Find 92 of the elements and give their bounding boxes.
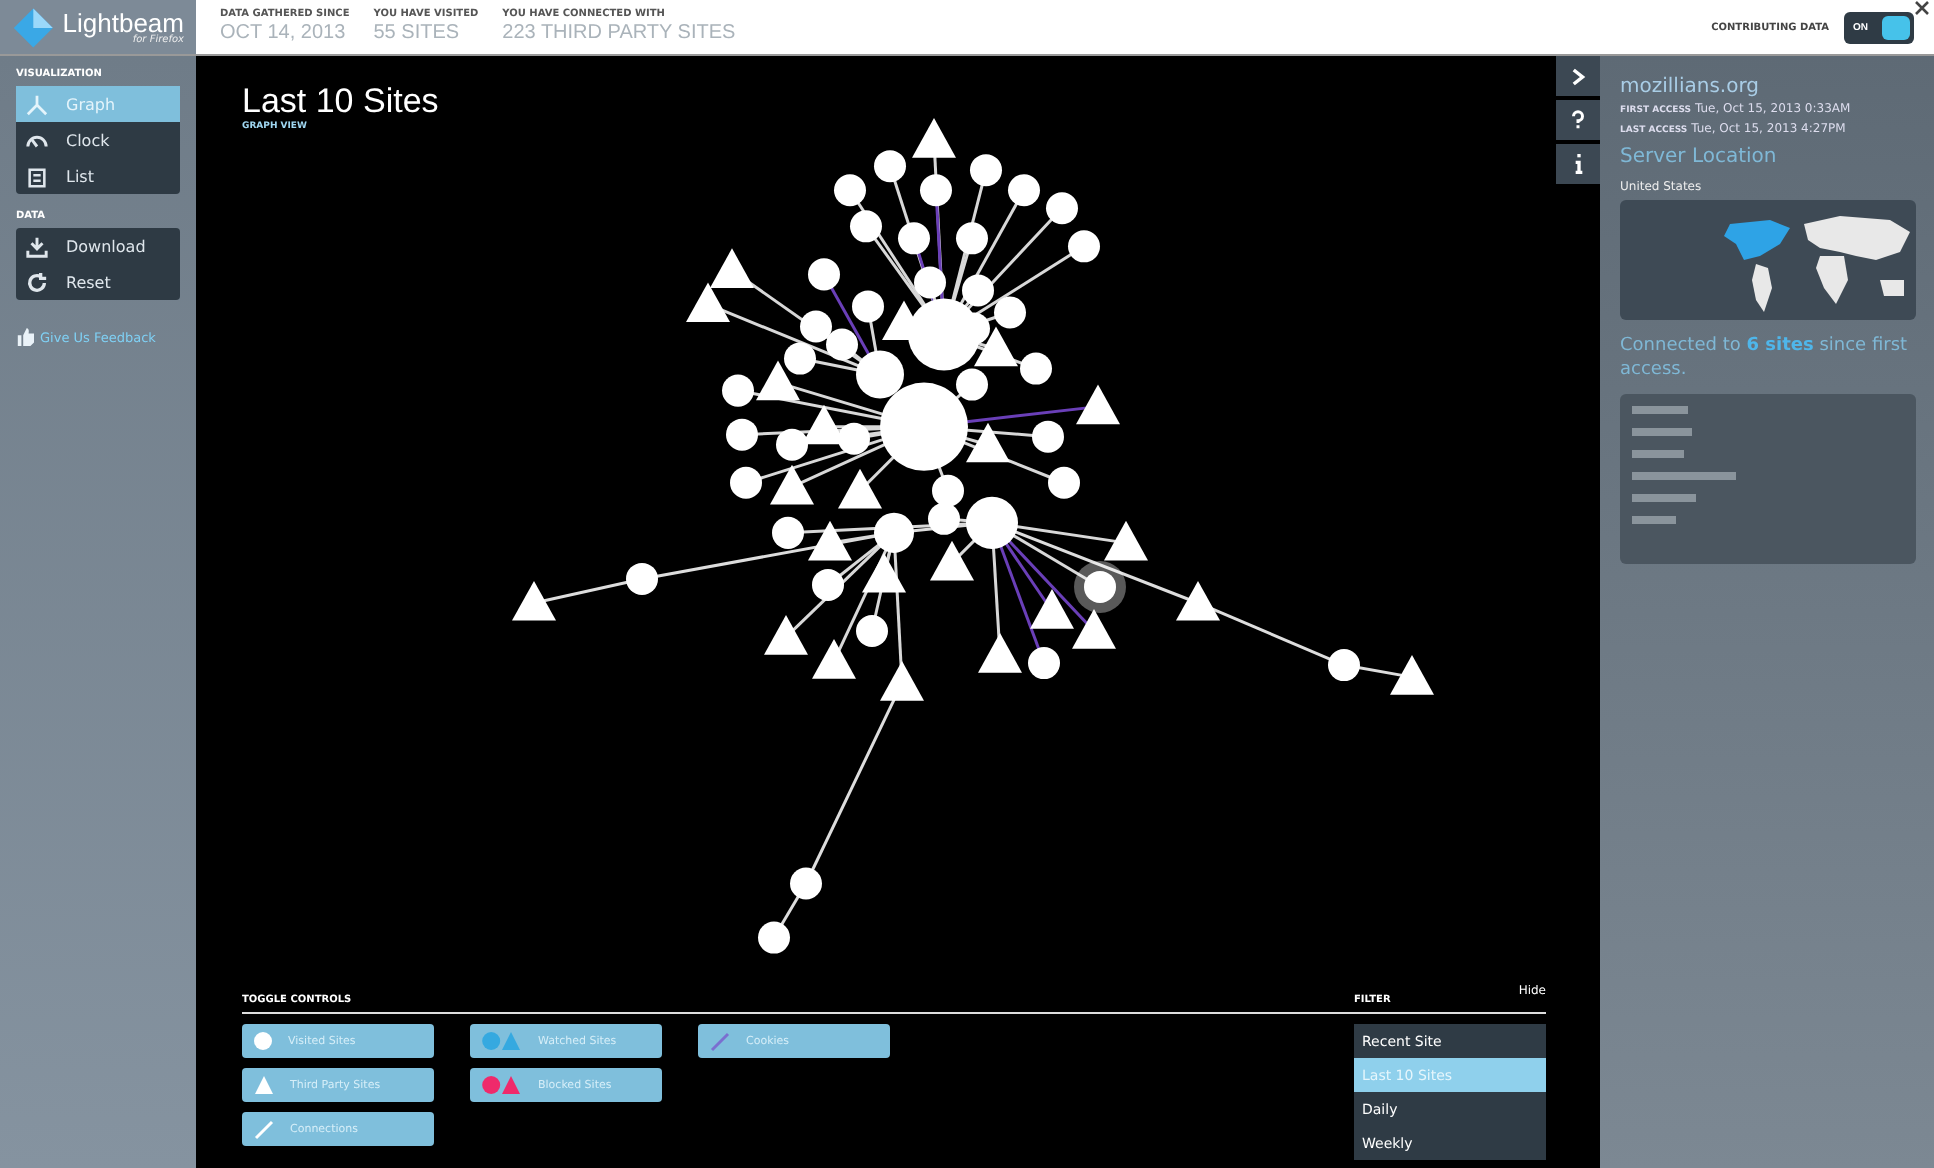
third-party-node[interactable]: [912, 118, 956, 158]
site-node[interactable]: [874, 512, 914, 553]
site-node[interactable]: [1068, 230, 1100, 263]
stat-value: 55 SITES: [373, 21, 462, 44]
view-title: Last 10 Sites: [242, 82, 441, 121]
third-party-node[interactable]: [710, 248, 754, 288]
site-node[interactable]: [932, 474, 964, 507]
third-party-node[interactable]: [808, 520, 852, 561]
site-node[interactable]: [970, 154, 1002, 187]
site-node[interactable]: [956, 368, 988, 401]
site-node[interactable]: [726, 418, 758, 451]
site-node[interactable]: [880, 382, 968, 471]
third-party-node[interactable]: [1076, 384, 1120, 425]
info-tab[interactable]: [1556, 144, 1600, 184]
site-node[interactable]: [898, 222, 930, 255]
diamond-logo-icon: [12, 5, 55, 49]
third-party-node[interactable]: [1104, 520, 1148, 561]
triangle-icon: [254, 1076, 274, 1094]
question-icon: [1572, 110, 1584, 130]
download-icon: [26, 235, 48, 257]
chevron-right-icon: [1571, 67, 1585, 85]
list-icon: [26, 165, 48, 187]
site-node[interactable]: [790, 867, 822, 900]
site-node[interactable]: [856, 615, 888, 648]
thumbs-up-icon: [16, 328, 34, 346]
site-node[interactable]: [928, 502, 960, 535]
graph-icon: [26, 93, 48, 115]
site-node[interactable]: [838, 422, 870, 455]
reset-icon: [26, 271, 48, 293]
server-location-title: Server Location: [1620, 146, 1779, 168]
third-party-node[interactable]: [812, 639, 856, 679]
third-party-node[interactable]: [512, 580, 556, 621]
help-tab[interactable]: [1556, 100, 1600, 140]
third-party-node[interactable]: [770, 464, 814, 505]
site-node[interactable]: [834, 174, 866, 207]
site-node[interactable]: [758, 921, 790, 954]
third-party-node[interactable]: [1072, 609, 1116, 649]
logo-name: Lightbeam: [62, 9, 184, 35]
site-node[interactable]: [800, 310, 832, 343]
site-node[interactable]: [772, 516, 804, 549]
sidebar-item[interactable]: Clock: [16, 122, 180, 158]
sidebar-item[interactable]: Reset: [16, 264, 180, 300]
site-node[interactable]: [856, 350, 904, 399]
site-node[interactable]: [966, 496, 1018, 549]
stat-value: OCT 14, 2013: [220, 21, 348, 44]
site-node[interactable]: [1046, 192, 1078, 225]
site-node[interactable]: [1032, 420, 1064, 453]
site-node[interactable]: [962, 274, 994, 307]
third-party-node[interactable]: [880, 661, 924, 701]
site-node[interactable]: [956, 222, 988, 255]
third-party-node[interactable]: [764, 615, 808, 655]
site-node[interactable]: [852, 290, 884, 323]
info-icon: [1573, 154, 1583, 174]
circle-icon: [254, 1032, 272, 1050]
sidebar-item[interactable]: List: [16, 158, 180, 194]
third-party-node[interactable]: [756, 360, 800, 401]
site-node[interactable]: [914, 266, 946, 299]
third-party-node[interactable]: [1390, 655, 1434, 695]
site-node[interactable]: [722, 374, 754, 407]
site-node[interactable]: [784, 342, 816, 375]
close-icon[interactable]: [1914, 0, 1930, 16]
site-node[interactable]: [1020, 352, 1052, 385]
site-node[interactable]: [776, 428, 808, 461]
site-node[interactable]: [994, 296, 1026, 329]
connected-sites-text: Connected to 6 sites since first access.: [1620, 336, 1910, 383]
site-node[interactable]: [874, 150, 906, 183]
third-party-node[interactable]: [862, 552, 906, 593]
site-node[interactable]: [920, 174, 952, 207]
site-node[interactable]: [812, 568, 844, 601]
site-node[interactable]: [1048, 466, 1080, 499]
third-party-node[interactable]: [686, 282, 730, 323]
third-party-node[interactable]: [966, 422, 1010, 463]
third-party-node[interactable]: [1030, 588, 1074, 629]
collapse-tab[interactable]: [1556, 56, 1600, 96]
site-node[interactable]: [850, 210, 882, 243]
site-node[interactable]: [1328, 649, 1360, 682]
site-node[interactable]: [626, 562, 658, 595]
third-party-node[interactable]: [978, 633, 1022, 673]
third-party-node[interactable]: [930, 540, 974, 581]
site-node[interactable]: [1028, 647, 1060, 680]
site-node[interactable]: [1008, 174, 1040, 207]
third-party-node[interactable]: [1176, 580, 1220, 621]
site-node[interactable]: [808, 258, 840, 291]
third-party-node[interactable]: [974, 326, 1018, 367]
stat-value: 223 THIRD PARTY SITES: [502, 21, 736, 44]
site-node[interactable]: [1084, 570, 1116, 603]
site-node[interactable]: [730, 466, 762, 499]
third-party-node[interactable]: [802, 404, 846, 445]
site-node[interactable]: [826, 328, 858, 361]
site-name: mozillians.org: [1620, 76, 1761, 98]
sidebar-item[interactable]: Download: [16, 228, 180, 264]
third-party-node[interactable]: [838, 468, 882, 509]
